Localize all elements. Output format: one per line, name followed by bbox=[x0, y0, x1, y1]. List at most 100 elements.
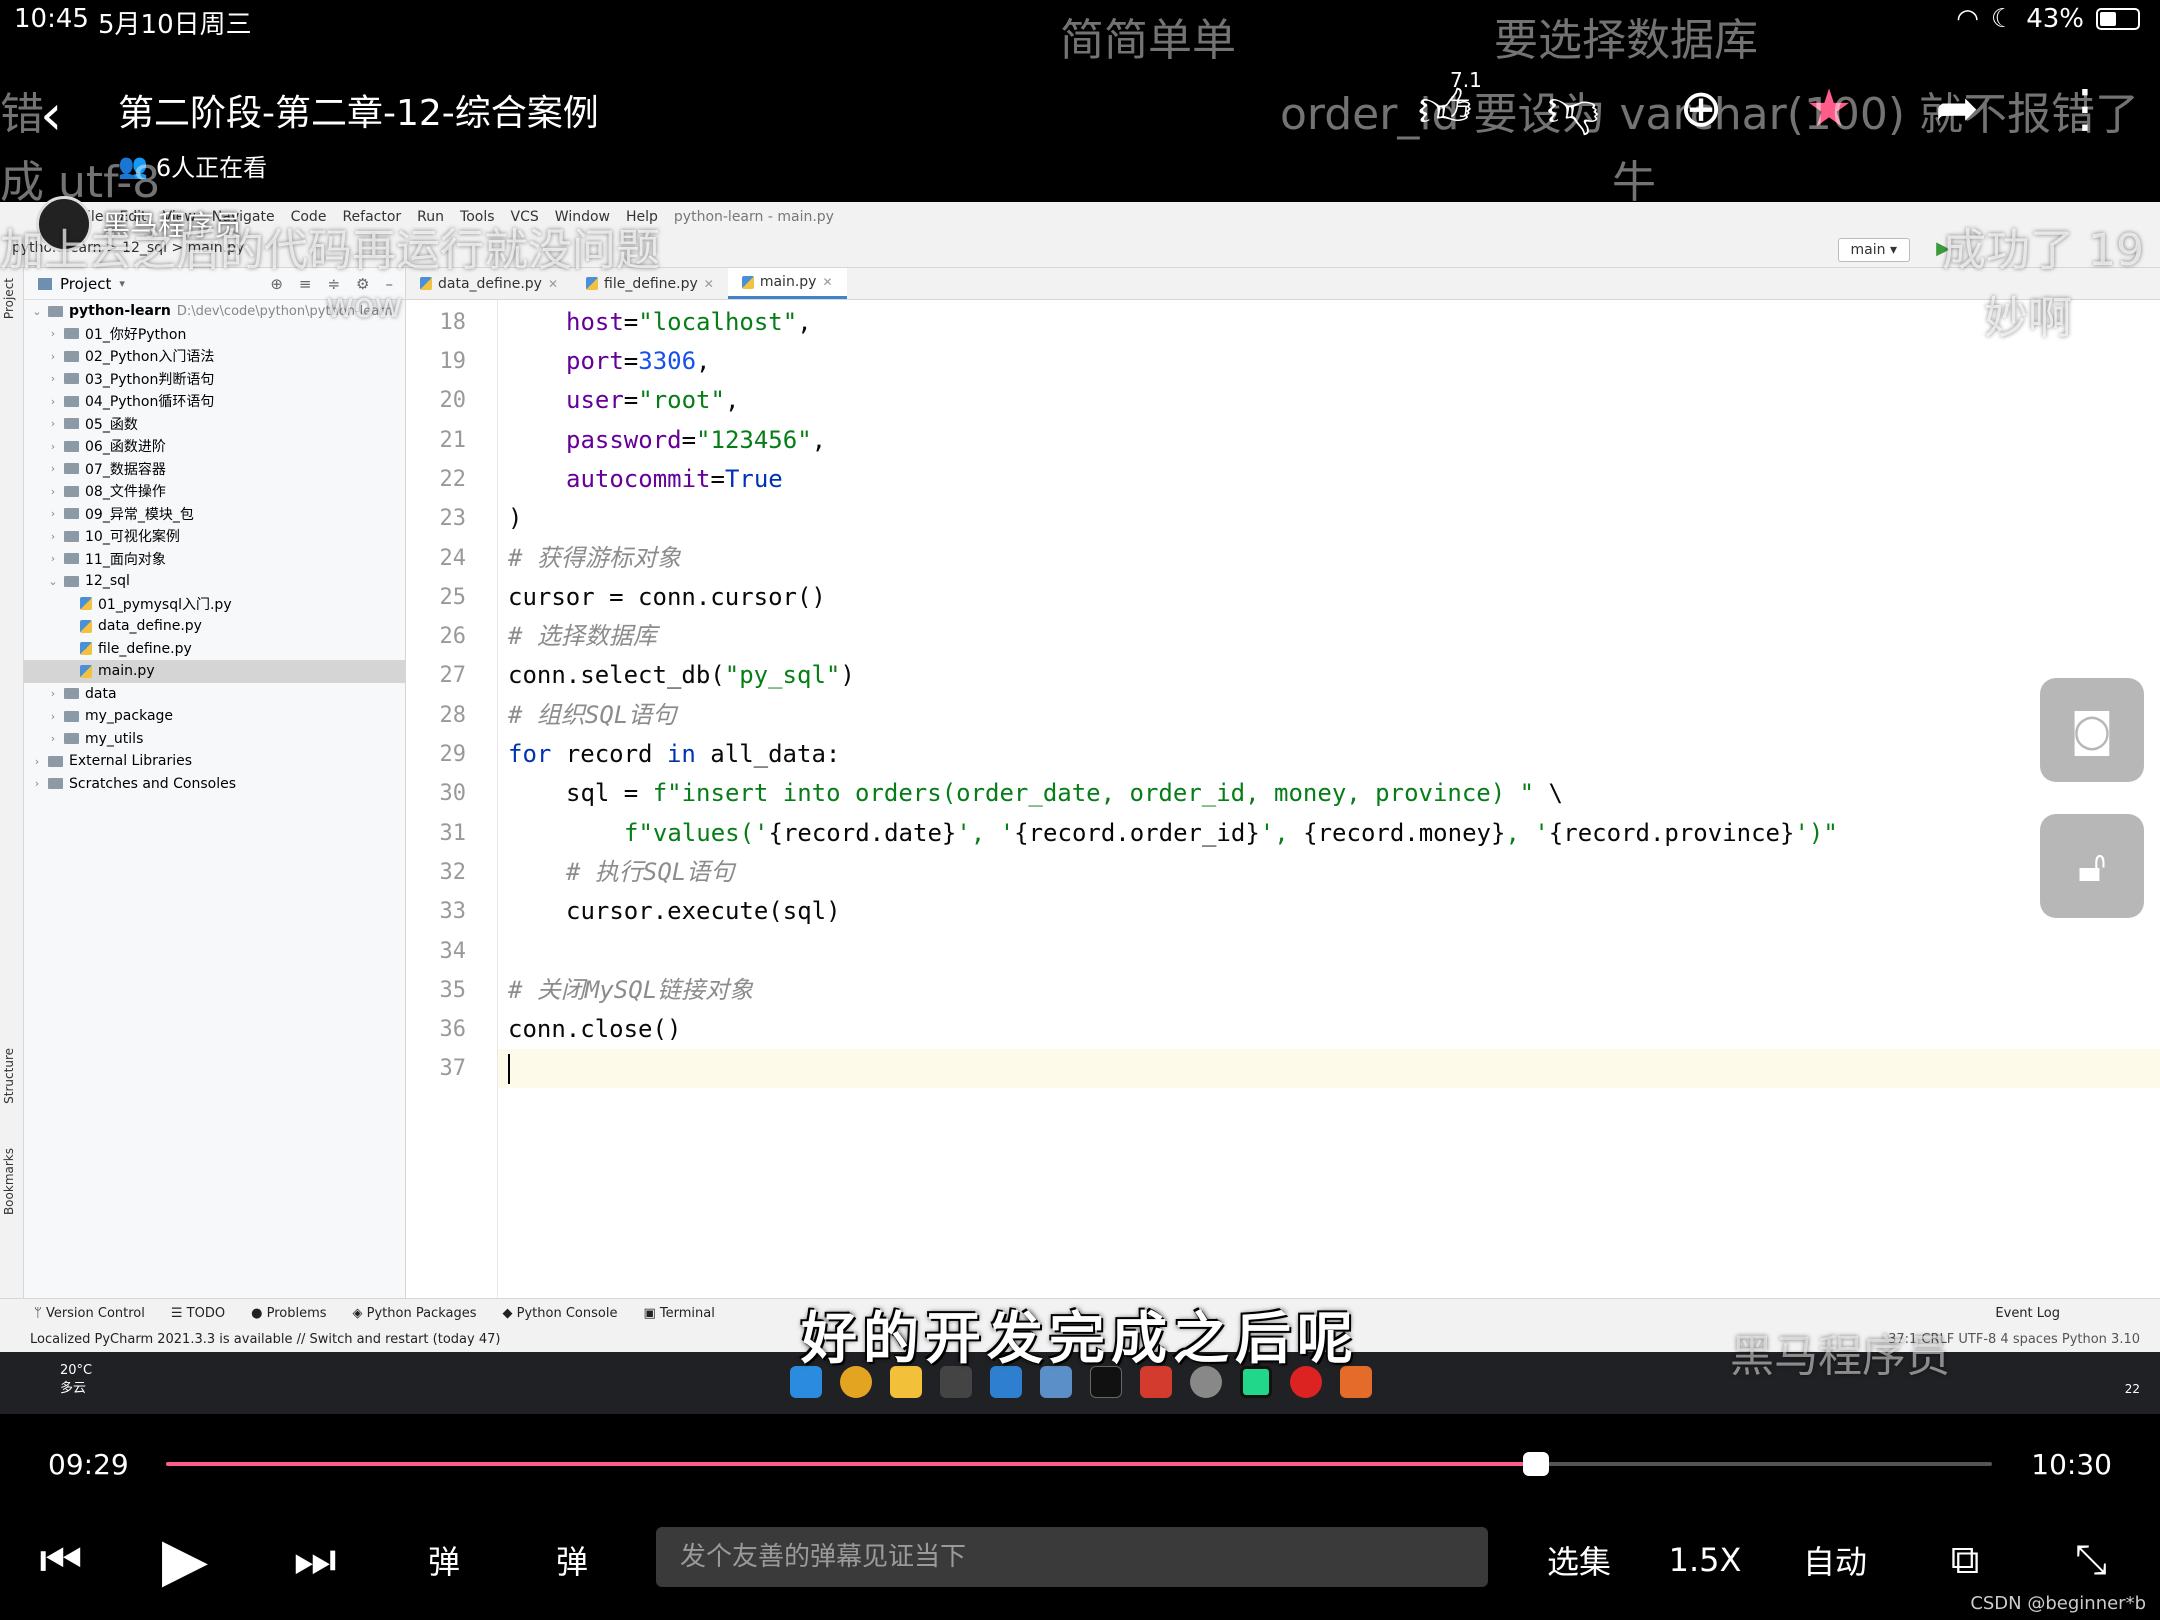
chevron-right-icon[interactable]: › bbox=[46, 372, 60, 385]
chevron-right-icon[interactable]: › bbox=[46, 485, 60, 498]
code-token: , bbox=[696, 347, 711, 376]
code-line[interactable] bbox=[498, 1049, 2160, 1089]
code-token: # 关闭MySQL链接对象 bbox=[508, 975, 754, 1004]
code-line[interactable]: ) bbox=[498, 499, 2160, 538]
code-line[interactable]: autocommit=True bbox=[498, 460, 2160, 499]
progress-thumb[interactable] bbox=[1522, 1452, 1549, 1476]
run-config-select[interactable]: main ▾ bbox=[1837, 238, 1910, 262]
tree-item[interactable]: › External Libraries bbox=[24, 750, 405, 773]
tree-item[interactable]: › 10_可视化案例 bbox=[24, 525, 405, 548]
chevron-right-icon[interactable]: › bbox=[46, 417, 60, 430]
danmaku-comment: 牛 bbox=[1612, 157, 1656, 208]
tree-item[interactable]: data_define.py bbox=[24, 615, 405, 638]
code-token: "localhost" bbox=[638, 307, 798, 336]
pip-button[interactable]: ⧉ bbox=[1938, 1520, 1992, 1600]
tree-item[interactable]: › 07_数据容器 bbox=[24, 458, 405, 481]
progress-bar[interactable] bbox=[166, 1452, 1992, 1476]
folder-icon bbox=[64, 418, 79, 430]
chevron-right-icon[interactable]: › bbox=[46, 395, 60, 408]
code-line[interactable]: # 执行SQL语句 bbox=[498, 853, 2160, 892]
danmaku-settings-button[interactable]: 弹 bbox=[542, 1520, 602, 1600]
play-button[interactable]: ▶ bbox=[150, 1520, 220, 1600]
close-icon[interactable]: ✕ bbox=[704, 277, 714, 291]
project-tool-tab[interactable]: Project bbox=[2, 278, 16, 319]
tree-item[interactable]: › 02_Python入门语法 bbox=[24, 345, 405, 368]
tree-item[interactable]: › 03_Python判断语句 bbox=[24, 368, 405, 391]
tree-item[interactable]: file_define.py bbox=[24, 638, 405, 661]
quality-button[interactable]: 自动 bbox=[1800, 1520, 1870, 1600]
code-line[interactable]: # 组织SQL语句 bbox=[498, 696, 2160, 735]
video-frame[interactable]: File Edit View Navigate Code Refactor Ru… bbox=[0, 202, 2160, 1414]
chevron-down-icon[interactable]: ⌄ bbox=[46, 575, 60, 588]
chevron-right-icon[interactable]: › bbox=[46, 462, 60, 475]
tree-item[interactable]: › 08_文件操作 bbox=[24, 480, 405, 503]
line-number: 35 bbox=[439, 977, 467, 1003]
code-token: "123456" bbox=[696, 425, 812, 454]
code-line[interactable]: cursor.execute(sql) bbox=[498, 892, 2160, 931]
tree-item[interactable]: › 05_函数 bbox=[24, 413, 405, 436]
lock-button[interactable]: 🔓︎ bbox=[2040, 814, 2144, 918]
code-token: {record.date} bbox=[768, 818, 957, 847]
close-icon[interactable]: ✕ bbox=[822, 275, 832, 289]
tree-item[interactable]: › Scratches and Consoles bbox=[24, 773, 405, 796]
code-token: , bbox=[724, 386, 740, 415]
next-button[interactable]: ⏭︎ bbox=[288, 1520, 342, 1600]
danmaku-input[interactable] bbox=[656, 1527, 1488, 1587]
code-token: = bbox=[710, 464, 725, 493]
chevron-right-icon[interactable]: › bbox=[46, 530, 60, 543]
speed-button[interactable]: 1.5X bbox=[1669, 1520, 1742, 1600]
chevron-right-icon[interactable]: › bbox=[46, 440, 60, 453]
tree-item[interactable]: main.py bbox=[24, 660, 405, 683]
code-line[interactable]: for record in all_data: bbox=[498, 735, 2160, 774]
screenshot-button[interactable]: ◙ bbox=[2040, 678, 2144, 782]
code-line[interactable]: # 关闭MySQL链接对象 bbox=[498, 971, 2160, 1010]
code-line[interactable] bbox=[498, 932, 2160, 971]
chevron-right-icon[interactable]: › bbox=[30, 777, 44, 790]
code-line[interactable]: user="root", bbox=[498, 381, 2160, 420]
previous-button[interactable]: ⏮︎ bbox=[34, 1520, 88, 1600]
code-line[interactable]: f"values('{record.date}', '{record.order… bbox=[498, 814, 2160, 853]
chevron-right-icon[interactable]: › bbox=[46, 552, 60, 565]
bookmarks-tool-tab[interactable]: Bookmarks bbox=[2, 1148, 16, 1215]
code-line[interactable]: # 选择数据库 bbox=[498, 617, 2160, 656]
chevron-right-icon[interactable]: › bbox=[46, 327, 60, 340]
code-line[interactable]: port=3306, bbox=[498, 342, 2160, 381]
chevron-right-icon[interactable]: › bbox=[30, 755, 44, 768]
code-line[interactable]: sql = f"insert into orders(order_date, o… bbox=[498, 774, 2160, 813]
line-number: 24 bbox=[439, 545, 467, 571]
code-line[interactable]: host="localhost", bbox=[498, 303, 2160, 342]
exit-fullscreen-button[interactable]: ⤡ bbox=[2064, 1520, 2118, 1600]
danmaku-toggle-button[interactable]: 弹 bbox=[414, 1520, 474, 1600]
tree-item[interactable]: › my_package bbox=[24, 705, 405, 728]
code-editor[interactable]: host="localhost", port=3306, user="root", p… bbox=[498, 300, 2160, 1298]
chevron-right-icon[interactable]: › bbox=[46, 507, 60, 520]
chevron-down-icon[interactable]: ▾ bbox=[119, 277, 125, 290]
tree-item[interactable]: › 11_面向对象 bbox=[24, 548, 405, 571]
line-number: 26 bbox=[439, 624, 467, 650]
code-line[interactable]: cursor = conn.cursor() bbox=[498, 578, 2160, 617]
folder-icon bbox=[64, 440, 79, 452]
tree-item[interactable]: 01_pymysql入门.py bbox=[24, 593, 405, 616]
episodes-button[interactable]: 选集 bbox=[1544, 1520, 1614, 1600]
code-token: = bbox=[623, 347, 639, 376]
tree-item[interactable]: ⌄ 12_sql bbox=[24, 570, 405, 593]
chevron-right-icon[interactable]: › bbox=[46, 710, 60, 723]
structure-tool-tab[interactable]: Structure bbox=[2, 1048, 16, 1104]
chevron-right-icon[interactable]: › bbox=[46, 687, 60, 700]
close-icon[interactable]: ✕ bbox=[548, 277, 558, 291]
tree-item[interactable]: › 04_Python循环语句 bbox=[24, 390, 405, 413]
tree-item[interactable]: › data bbox=[24, 683, 405, 706]
chevron-down-icon[interactable]: ⌄ bbox=[30, 305, 44, 318]
code-line[interactable]: # 获得游标对象 bbox=[498, 539, 2160, 578]
code-line[interactable]: password="123456", bbox=[498, 421, 2160, 460]
line-number: 31 bbox=[439, 820, 467, 846]
chevron-right-icon[interactable]: › bbox=[46, 732, 60, 745]
folder-icon bbox=[64, 688, 79, 700]
code-line[interactable]: conn.close() bbox=[498, 1010, 2160, 1049]
tree-item[interactable]: › my_utils bbox=[24, 728, 405, 751]
tree-item[interactable]: › 06_函数进阶 bbox=[24, 435, 405, 458]
tree-item[interactable]: › 09_异常_模块_包 bbox=[24, 503, 405, 526]
chevron-right-icon[interactable]: › bbox=[46, 350, 60, 363]
code-line[interactable]: conn.select_db("py_sql") bbox=[498, 656, 2160, 695]
tab-main[interactable]: main.py ✕ bbox=[727, 268, 847, 299]
